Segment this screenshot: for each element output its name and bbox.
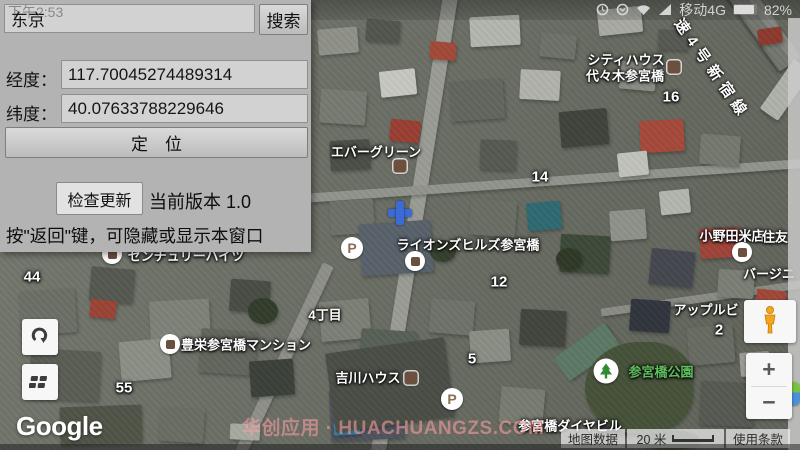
map-label: 代々木参宮橋: [586, 66, 664, 85]
map-label: 16: [663, 89, 680, 106]
poi-circle-icon: [160, 334, 180, 354]
google-logo: Google: [16, 411, 103, 442]
layers-icon: [29, 370, 51, 395]
map-label: 小野田米店: [699, 226, 764, 245]
poi-square-icon: [668, 61, 681, 74]
map-label: 2: [715, 322, 723, 339]
map-label: 14: [532, 169, 549, 186]
latitude-input[interactable]: [61, 94, 308, 123]
rotate-reset-button[interactable]: [22, 319, 58, 355]
longitude-input[interactable]: [61, 60, 308, 89]
parking-icon: P: [441, 388, 463, 410]
longitude-label: 经度：: [6, 66, 57, 91]
check-update-button[interactable]: 检查更新: [56, 182, 143, 215]
poi-square-icon: [405, 372, 418, 385]
pegman-button[interactable]: [744, 300, 796, 343]
app-screen: 速4号新宿線 シティハウス代々木参宮橋16エバーグリーン14ライオンズヒルズ参宮…: [0, 0, 800, 450]
zoom-in-button[interactable]: +: [746, 353, 792, 386]
pegman-icon: [758, 305, 782, 338]
map-label: 住友: [762, 227, 788, 246]
map-label: アップルビ: [673, 300, 738, 319]
rotate-icon: [29, 325, 51, 350]
poi-square-icon: [394, 160, 407, 173]
map-label: 吉川ハウス: [335, 368, 400, 387]
map-label: 4丁目: [308, 305, 341, 324]
map-label: 55: [116, 380, 133, 397]
latitude-label: 纬度：: [6, 100, 57, 125]
zoom-control: + −: [746, 353, 792, 419]
poi-circle-icon: [405, 251, 425, 271]
parking-icon: P: [341, 237, 363, 259]
crosshair-icon: [388, 201, 412, 225]
map-label: 参宮橋公園: [628, 362, 693, 381]
watermark-text: 华创应用 · HUACHUANGZS.COM: [242, 413, 544, 440]
bottom-nav-strip: [0, 444, 800, 450]
zoom-out-button[interactable]: −: [746, 387, 792, 420]
hint-text: 按"返回"键，可隐藏或显示本窗口: [6, 223, 263, 248]
park-tree-icon: [594, 359, 619, 384]
scale-bar-icon: [672, 435, 714, 442]
map-label: 豊栄参宮橋マンション: [181, 335, 311, 354]
poi-circle-icon: [732, 242, 752, 262]
search-input[interactable]: [4, 4, 255, 33]
map-label: 44: [24, 269, 41, 286]
search-button[interactable]: 搜索: [259, 4, 308, 35]
map-label: エバーグリーン: [331, 142, 421, 161]
version-text: 当前版本 1.0: [149, 188, 251, 214]
map-label: 12: [491, 274, 508, 291]
layers-button[interactable]: [22, 364, 58, 400]
map-label: 5: [468, 351, 476, 368]
tool-panel: 搜索 经度： 纬度： 定 位 检查更新 当前版本 1.0 按"返回"键，可隐藏或…: [0, 0, 311, 252]
locate-button[interactable]: 定 位: [5, 127, 308, 158]
